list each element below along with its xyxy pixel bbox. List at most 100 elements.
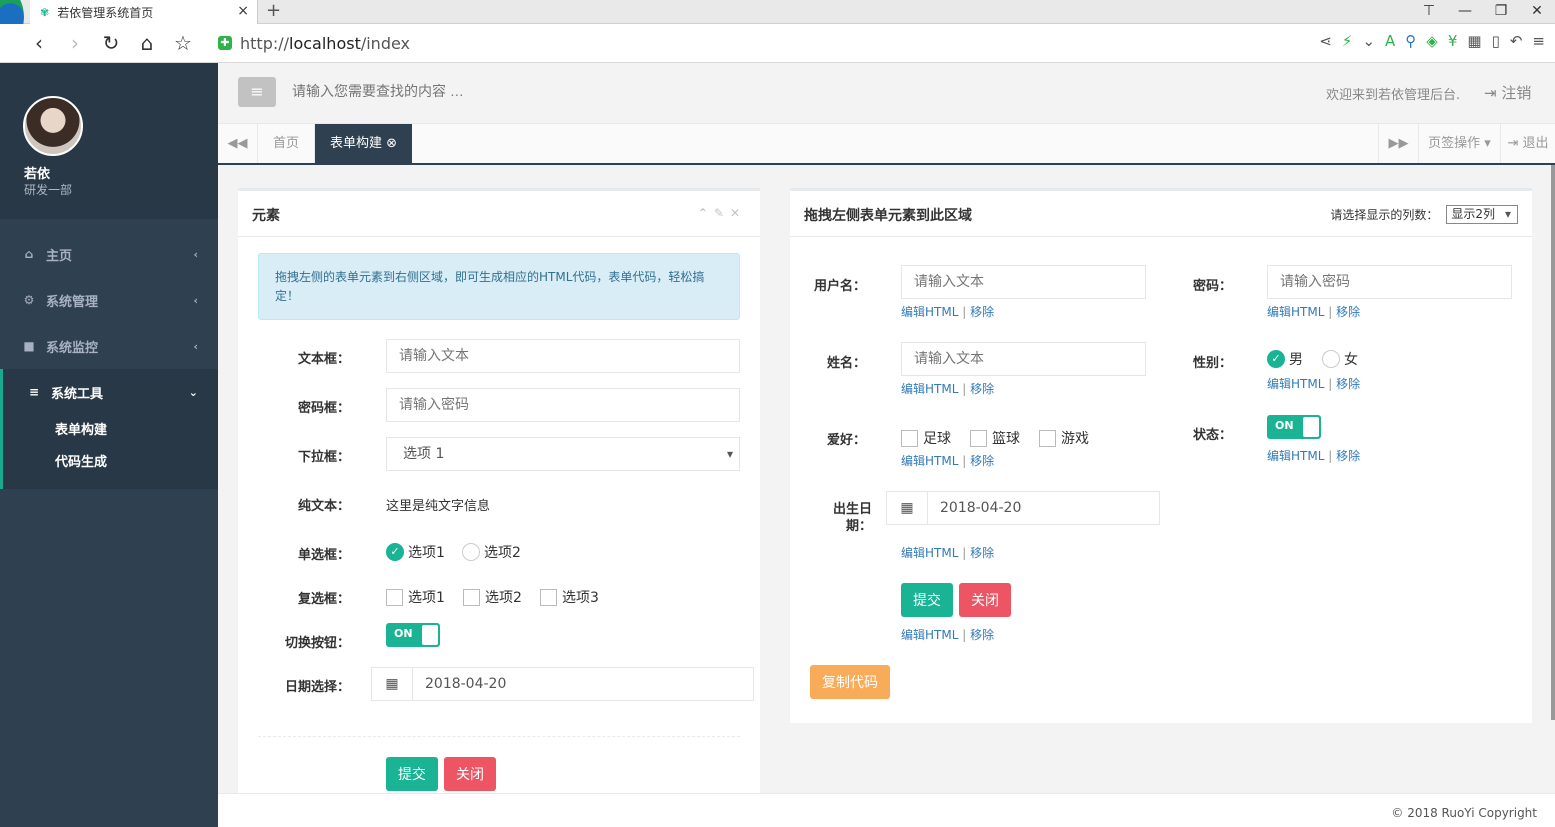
tab-home[interactable]: 首页 (258, 124, 315, 163)
status-switch[interactable]: ON (1267, 415, 1321, 439)
username-edit-links: 编辑HTML | 移除 (901, 303, 994, 320)
calendar-icon[interactable]: ▦ (886, 491, 928, 525)
menu-toggle-button[interactable]: ≡ (238, 77, 276, 107)
edit-html-link[interactable]: 编辑HTML (901, 382, 958, 396)
home-page-icon[interactable]: ⌂ (136, 30, 158, 56)
gender-option-male[interactable]: ✓ 男 (1267, 349, 1303, 369)
apps-icon[interactable]: ▦ (1467, 32, 1481, 50)
hobby-option-3[interactable]: 游戏 (1039, 428, 1089, 448)
star-icon[interactable]: ☆ (172, 30, 194, 56)
tab-close-icon[interactable]: × (237, 3, 249, 19)
page-ops-dropdown[interactable]: 页签操作 ▾ (1418, 124, 1500, 163)
remove-link[interactable]: 移除 (970, 628, 994, 642)
undo-icon[interactable]: ↶ (1510, 32, 1523, 50)
back-icon[interactable]: ‹ (28, 30, 50, 56)
close-window-icon[interactable]: ✕ (1519, 0, 1555, 24)
menu-icon[interactable]: ≡ (1532, 32, 1545, 50)
toggle-switch[interactable]: ON (386, 623, 440, 647)
checkbox-option-2[interactable]: 选项2 (463, 587, 522, 607)
password-input[interactable] (1267, 265, 1512, 299)
page-scrollbar[interactable] (1551, 165, 1555, 720)
remove-link[interactable]: 移除 (1336, 449, 1360, 463)
password-input[interactable] (386, 388, 740, 422)
checkbox-option-3[interactable]: 选项3 (540, 587, 599, 607)
username-input[interactable] (901, 265, 1146, 299)
tabs-scroll-left-icon[interactable]: ◀◀ (218, 124, 258, 163)
edit-html-link[interactable]: 编辑HTML (901, 546, 958, 560)
share-icon[interactable]: ⋖ (1319, 32, 1332, 50)
gender-option-female[interactable]: 女 (1322, 349, 1358, 369)
user-name[interactable]: 若依 (24, 163, 50, 182)
forward-icon[interactable]: › (64, 30, 86, 56)
form-close-button[interactable]: 关闭 (959, 583, 1011, 617)
gender-label: 性别： (1192, 356, 1232, 371)
user-profile: 若依 研发一部 (0, 63, 218, 219)
switch-knob (1303, 417, 1319, 437)
tab-form-build[interactable]: 表单构建 ⊗ (315, 124, 412, 163)
form-submit-button[interactable]: 提交 (901, 583, 953, 617)
birth-date-picker[interactable]: ▦ 2018-04-20 (886, 491, 1160, 525)
close-button[interactable]: 关闭 (444, 757, 496, 791)
sidebar-subitem-code-gen[interactable]: 代码生成 (3, 447, 218, 479)
url-field[interactable]: ✚ http://localhost/index (218, 30, 410, 56)
edit-html-link[interactable]: 编辑HTML (901, 628, 958, 642)
name-input[interactable] (901, 342, 1146, 376)
hobby-option-1[interactable]: 足球 (901, 428, 951, 448)
tab-close-circle-icon[interactable]: ⊗ (386, 136, 397, 151)
sidebar-item-monitor[interactable]: ■ 系统监控 ‹ (0, 323, 218, 369)
translate-icon[interactable]: A (1385, 32, 1395, 50)
edit-html-link[interactable]: 编辑HTML (1267, 377, 1324, 391)
collapse-icon[interactable]: ⌃ (698, 206, 714, 220)
chevron-down-icon[interactable]: ⌄ (1362, 32, 1375, 50)
lightning-icon[interactable]: ⚡ (1342, 32, 1353, 50)
edit-html-link[interactable]: 编辑HTML (901, 454, 958, 468)
sidebar-item-system[interactable]: ⚙ 系统管理 ‹ (0, 277, 218, 323)
avatar[interactable] (23, 96, 83, 156)
minimize-icon[interactable]: — (1447, 0, 1483, 24)
edit-html-link[interactable]: 编辑HTML (1267, 305, 1324, 319)
reload-icon[interactable]: ↻ (100, 30, 122, 56)
checkbox-option-1[interactable]: 选项1 (386, 587, 445, 607)
top-search-input[interactable] (292, 83, 692, 99)
remove-link[interactable]: 移除 (970, 546, 994, 560)
wrench-icon[interactable]: ✎ (714, 206, 730, 220)
remove-link[interactable]: 移除 (1336, 377, 1360, 391)
remove-link[interactable]: 移除 (970, 454, 994, 468)
game-icon[interactable]: ◈ (1426, 32, 1438, 50)
browser-tab[interactable]: ✾ 若依管理系统首页 × (30, 0, 258, 24)
restore-icon[interactable]: ❐ (1483, 0, 1519, 24)
edit-html-link[interactable]: 编辑HTML (901, 305, 958, 319)
radio-option-1[interactable]: ✓ 选项1 (386, 542, 445, 562)
shirt-icon[interactable]: ⊤ (1411, 0, 1447, 24)
chevron-left-icon: ‹ (193, 293, 198, 307)
remove-link[interactable]: 移除 (1336, 305, 1360, 319)
switch-state: ON (394, 627, 413, 640)
copy-code-button[interactable]: 复制代码 (810, 665, 890, 699)
secure-shield-icon: ✚ (218, 36, 232, 50)
sidebar-item-home[interactable]: ⌂ 主页 ‹ (0, 231, 218, 277)
date-value[interactable]: 2018-04-20 (413, 667, 754, 701)
radio-option-2[interactable]: 选项2 (462, 542, 521, 562)
sidebar-subitem-form-build[interactable]: 表单构建 (3, 415, 218, 447)
tabs-scroll-right-icon[interactable]: ▶▶ (1378, 124, 1418, 163)
edit-html-link[interactable]: 编辑HTML (1267, 449, 1324, 463)
new-tab-icon[interactable]: + (266, 0, 281, 22)
hobby-option-2[interactable]: 篮球 (970, 428, 1020, 448)
sidebar-item-tools[interactable]: ≡ 系统工具 ⌄ (0, 369, 218, 415)
submit-button[interactable]: 提交 (386, 757, 438, 791)
remove-link[interactable]: 移除 (970, 382, 994, 396)
remove-link[interactable]: 移除 (970, 305, 994, 319)
text-input[interactable] (386, 339, 740, 373)
search-ext-icon[interactable]: ⚲ (1405, 32, 1416, 50)
column-count-select[interactable]: 显示2列 (1446, 205, 1518, 224)
date-picker[interactable]: ▦ 2018-04-20 (371, 667, 754, 701)
wallet-icon[interactable]: ¥ (1448, 32, 1458, 50)
close-icon[interactable]: ✕ (730, 206, 746, 220)
birth-date-value[interactable]: 2018-04-20 (928, 491, 1160, 525)
calendar-icon[interactable]: ▦ (371, 667, 413, 701)
option-select[interactable]: 选项 1 (386, 437, 740, 471)
logout-button[interactable]: ⇥ 注销 (1484, 82, 1531, 103)
column-count-value: 显示2列 (1451, 207, 1495, 221)
exit-button[interactable]: ⇥ 退出 (1500, 124, 1555, 163)
tablet-icon[interactable]: ▯ (1492, 32, 1500, 50)
